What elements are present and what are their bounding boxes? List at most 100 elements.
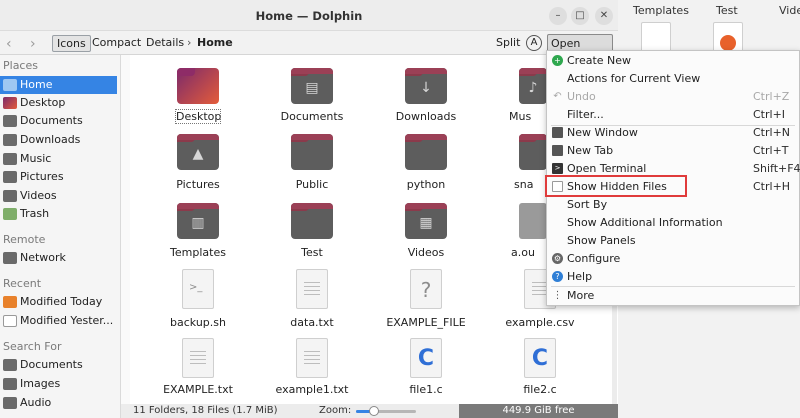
file-name: EXAMPLE_FILE — [386, 316, 466, 329]
images-icon — [3, 378, 17, 390]
sidebar-item-label: Images — [20, 377, 61, 390]
menu-item-create-new[interactable]: + Create New — [547, 52, 799, 70]
forward-arrow-icon[interactable]: › — [30, 36, 36, 52]
file-file2-c[interactable]: C file2.c — [485, 338, 595, 398]
sidebar-item-modified-yesterday[interactable]: Modified Yester... — [0, 312, 117, 330]
menu-item-more[interactable]: ⋮ More — [547, 287, 799, 305]
templates-folder-icon: ▥ — [177, 203, 219, 239]
remote-header: Remote — [3, 233, 46, 246]
documents-icon — [3, 115, 17, 127]
menu-item-configure[interactable]: ⚙ Configure — [547, 250, 799, 268]
file-example1-txt[interactable]: example1.txt — [257, 338, 367, 398]
menu-item-sort-by[interactable]: Sort By — [547, 196, 799, 214]
menu-item-filter[interactable]: Filter... Ctrl+I — [547, 106, 799, 124]
menu-item-help[interactable]: ? Help — [547, 268, 799, 286]
free-space-indicator: 449.9 GiB free — [459, 404, 618, 418]
sidebar-item-videos[interactable]: Videos — [0, 187, 117, 205]
sidebar-item-search-images[interactable]: Images — [0, 375, 117, 393]
folder-icon — [519, 134, 547, 170]
file-name: file2.c — [523, 383, 557, 396]
sidebar-item-label: Videos — [20, 189, 57, 202]
folder-icon — [291, 203, 333, 239]
sidebar-item-label: Audio — [20, 396, 52, 409]
music-icon — [3, 153, 17, 165]
search-icon[interactable]: A — [526, 35, 542, 51]
search-for-header: Search For — [3, 340, 62, 353]
folder-public[interactable]: Public — [257, 134, 367, 194]
file-name: example.csv — [505, 316, 575, 329]
folder-templates[interactable]: ▥ Templates — [143, 203, 253, 263]
menu-item-new-tab[interactable]: New Tab Ctrl+T — [547, 142, 799, 160]
sidebar-item-label: Modified Today — [20, 295, 103, 308]
text-file-icon — [296, 269, 328, 309]
file-name: Videos — [407, 246, 445, 259]
folder-icon — [291, 134, 333, 170]
menu-item-show-panels[interactable]: Show Panels — [547, 232, 799, 250]
file-name: a.ou — [511, 246, 535, 259]
sidebar-item-search-audio[interactable]: Audio — [0, 394, 117, 412]
minimize-icon[interactable]: – — [549, 7, 567, 25]
sidebar-item-desktop[interactable]: Desktop — [0, 94, 117, 112]
pictures-folder-icon: ▲ — [177, 134, 219, 170]
file-name: Test — [301, 246, 323, 259]
maximize-icon[interactable]: □ — [571, 7, 589, 25]
sidebar-item-network[interactable]: Network — [0, 249, 117, 267]
menu-item-undo[interactable]: ↶ Undo Ctrl+Z — [547, 88, 799, 106]
sidebar-item-search-documents[interactable]: Documents — [0, 356, 117, 374]
back-arrow-icon[interactable]: ‹ — [6, 36, 12, 52]
folder-pictures[interactable]: ▲ Pictures — [143, 134, 253, 194]
sidebar-item-trash[interactable]: Trash — [0, 205, 117, 223]
zoom-slider[interactable] — [356, 406, 416, 416]
statusbar: 11 Folders, 18 Files (1.7 MiB) Zoom: 449… — [121, 404, 618, 418]
folder-desktop[interactable]: Desktop — [143, 68, 253, 128]
annotation-highlight-box — [545, 175, 687, 197]
titlebar: Home — Dolphin – □ ✕ — [0, 0, 618, 31]
sidebar-item-modified-today[interactable]: Modified Today — [0, 293, 117, 311]
menu-item-actions-current-view[interactable]: Actions for Current View — [547, 70, 799, 88]
sidebar-item-documents[interactable]: Documents — [0, 112, 117, 130]
bg-item-videos: Vide — [779, 4, 800, 17]
folder-videos[interactable]: ▦ Videos — [371, 203, 481, 263]
breadcrumb-home[interactable]: Home — [193, 35, 237, 52]
split-button[interactable]: Split — [492, 35, 524, 52]
view-compact-button[interactable]: Compact — [88, 35, 145, 52]
file-name: sna — [514, 178, 534, 191]
pictures-icon — [3, 171, 17, 183]
desktop-icon — [3, 97, 17, 109]
file-a-out[interactable]: a.ou — [485, 203, 547, 263]
tab-icon — [552, 145, 563, 156]
sidebar-item-downloads[interactable]: Downloads — [0, 131, 117, 149]
folder-test[interactable]: Test — [257, 203, 367, 263]
folder-python[interactable]: python — [371, 134, 481, 194]
zoom-label: Zoom: — [319, 405, 352, 416]
trash-icon — [3, 208, 17, 220]
file-backup-sh[interactable]: >_ backup.sh — [143, 269, 253, 329]
text-file-icon — [296, 338, 328, 378]
open-menu-dropdown: + Create New Actions for Current View ↶ Un… — [545, 50, 800, 306]
downloads-folder-icon: ↓ — [405, 68, 447, 104]
view-icons-button[interactable]: Icons — [52, 35, 91, 52]
folder-documents[interactable]: ▤ Documents — [257, 68, 367, 128]
menu-item-new-window[interactable]: New Window Ctrl+N — [547, 124, 799, 142]
file-example-file[interactable]: ? EXAMPLE_FILE — [371, 269, 481, 329]
folder-snap[interactable]: sna — [485, 134, 547, 194]
file-file1-c[interactable]: C file1.c — [371, 338, 481, 398]
file-name: backup.sh — [170, 316, 226, 329]
file-data-txt[interactable]: data.txt — [257, 269, 367, 329]
script-file-icon: >_ — [182, 269, 214, 309]
file-example-txt[interactable]: EXAMPLE.txt — [143, 338, 253, 398]
folder-downloads[interactable]: ↓ Downloads — [371, 68, 481, 128]
view-details-button[interactable]: Details — [142, 35, 188, 52]
close-icon[interactable]: ✕ — [595, 7, 613, 25]
sidebar-item-music[interactable]: Music — [0, 150, 117, 168]
menu-item-show-additional-information[interactable]: Show Additional Information — [547, 214, 799, 232]
dolphin-window: Home — Dolphin – □ ✕ ‹ › Icons Compact D… — [0, 0, 618, 418]
sidebar-item-label: Desktop — [20, 96, 66, 109]
sidebar-item-label: Music — [20, 152, 52, 165]
folder-music[interactable]: ♪ Mus — [485, 68, 547, 128]
sidebar-item-home[interactable]: Home — [0, 76, 117, 94]
zoom-slider-handle[interactable] — [369, 406, 379, 416]
sidebar-item-pictures[interactable]: Pictures — [0, 168, 117, 186]
recent-header: Recent — [3, 277, 42, 290]
c-source-file-icon: C — [524, 338, 556, 378]
